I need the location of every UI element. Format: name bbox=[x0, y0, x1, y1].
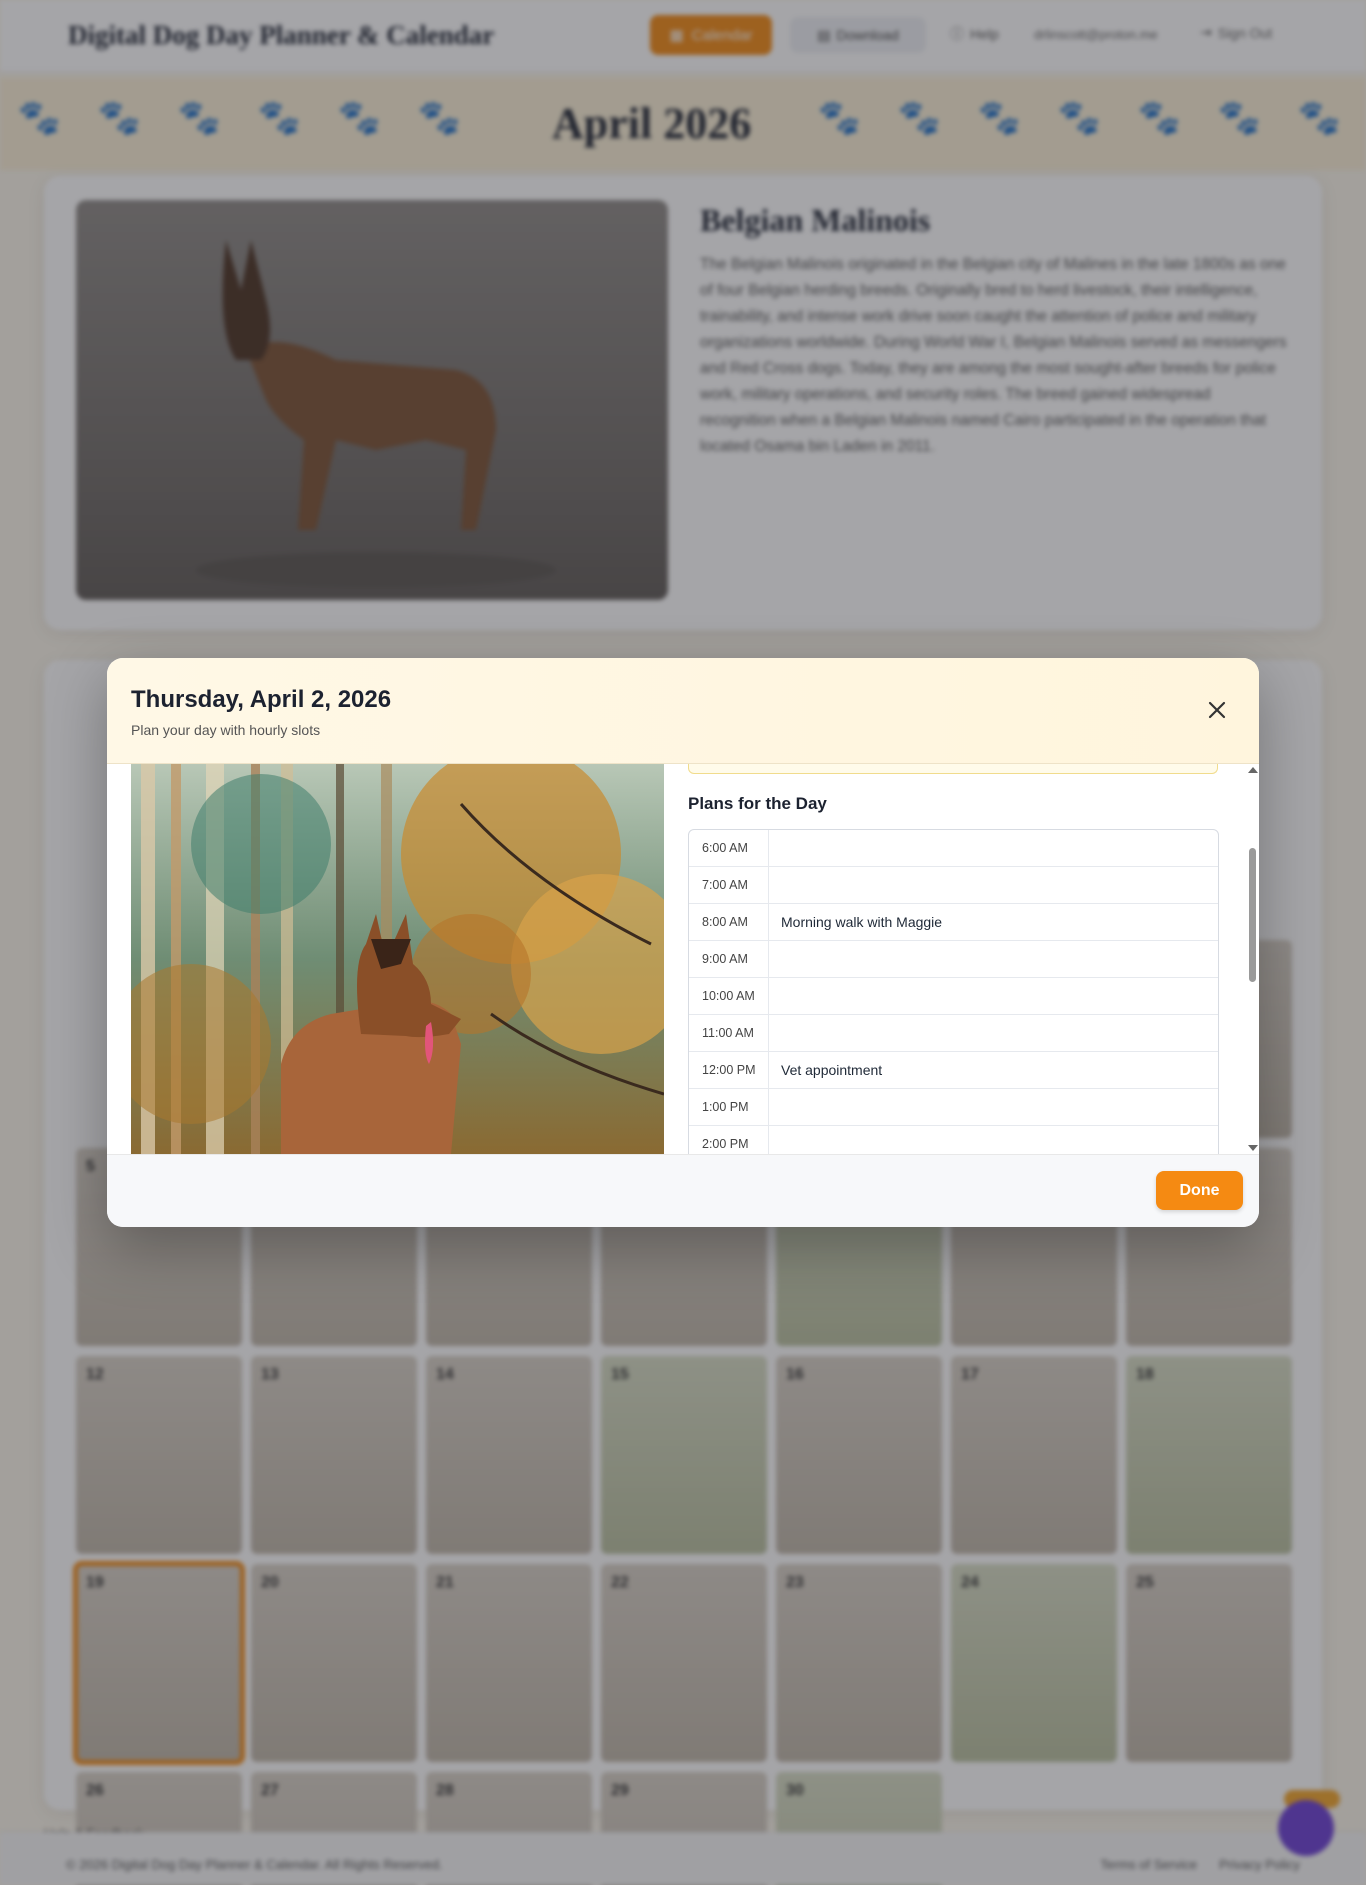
slot-plan-input[interactable] bbox=[769, 978, 1218, 1014]
notes-field-edge[interactable] bbox=[688, 764, 1218, 774]
slot-time-label: 10:00 AM bbox=[689, 978, 769, 1014]
hour-slot-row: 7:00 AM bbox=[689, 867, 1218, 904]
hour-slot-row: 2:00 PM bbox=[689, 1126, 1218, 1154]
hour-slot-row: 8:00 AM Morning walk with Maggie bbox=[689, 904, 1218, 941]
slot-time-label: 9:00 AM bbox=[689, 941, 769, 977]
slot-time-label: 12:00 PM bbox=[689, 1052, 769, 1088]
hour-slot-row: 11:00 AM bbox=[689, 1015, 1218, 1052]
close-button[interactable] bbox=[1201, 694, 1233, 726]
plans-column: Plans for the Day 6:00 AM 7:00 AM 8:00 AM M… bbox=[688, 764, 1225, 1154]
slot-plan-input[interactable] bbox=[769, 1089, 1218, 1125]
scroll-up-arrow-icon[interactable] bbox=[1248, 767, 1258, 773]
slot-plan-input[interactable] bbox=[769, 830, 1218, 866]
dog-in-forest-image bbox=[131, 764, 664, 1154]
slot-plan-input[interactable] bbox=[769, 941, 1218, 977]
hour-slot-row: 6:00 AM bbox=[689, 830, 1218, 867]
slot-time-label: 11:00 AM bbox=[689, 1015, 769, 1051]
slot-time-label: 6:00 AM bbox=[689, 830, 769, 866]
slot-plan-input[interactable]: Morning walk with Maggie bbox=[769, 904, 1218, 940]
slot-plan-input[interactable] bbox=[769, 867, 1218, 903]
done-button[interactable]: Done bbox=[1156, 1171, 1243, 1210]
close-icon bbox=[1208, 701, 1226, 719]
slot-plan-input[interactable] bbox=[769, 1126, 1218, 1154]
slot-time-label: 1:00 PM bbox=[689, 1089, 769, 1125]
day-dog-photo bbox=[131, 764, 664, 1154]
hour-slot-row: 10:00 AM bbox=[689, 978, 1218, 1015]
hour-slot-row: 12:00 PM Vet appointment bbox=[689, 1052, 1218, 1089]
modal-footer: Done bbox=[107, 1154, 1259, 1227]
modal-subtitle: Plan your day with hourly slots bbox=[131, 722, 321, 738]
day-planner-modal: Thursday, April 2, 2026 Plan your day wi… bbox=[107, 658, 1259, 1227]
slot-plan-input[interactable] bbox=[769, 1015, 1218, 1051]
modal-header: Thursday, April 2, 2026 Plan your day wi… bbox=[107, 658, 1259, 764]
modal-body[interactable]: Plans for the Day 6:00 AM 7:00 AM 8:00 AM M… bbox=[107, 764, 1259, 1154]
slot-time-label: 2:00 PM bbox=[689, 1126, 769, 1154]
scroll-thumb[interactable] bbox=[1249, 848, 1256, 982]
modal-scrollbar[interactable] bbox=[1245, 764, 1259, 1154]
hour-slot-row: 9:00 AM bbox=[689, 941, 1218, 978]
slot-plan-input[interactable]: Vet appointment bbox=[769, 1052, 1218, 1088]
hourly-slots-table: 6:00 AM 7:00 AM 8:00 AM Morning walk with M… bbox=[688, 829, 1219, 1154]
slot-time-label: 8:00 AM bbox=[689, 904, 769, 940]
hour-slot-row: 1:00 PM bbox=[689, 1089, 1218, 1126]
scroll-down-arrow-icon[interactable] bbox=[1248, 1145, 1258, 1151]
slot-time-label: 7:00 AM bbox=[689, 867, 769, 903]
modal-title: Thursday, April 2, 2026 bbox=[131, 686, 392, 713]
plans-title: Plans for the Day bbox=[688, 794, 827, 813]
